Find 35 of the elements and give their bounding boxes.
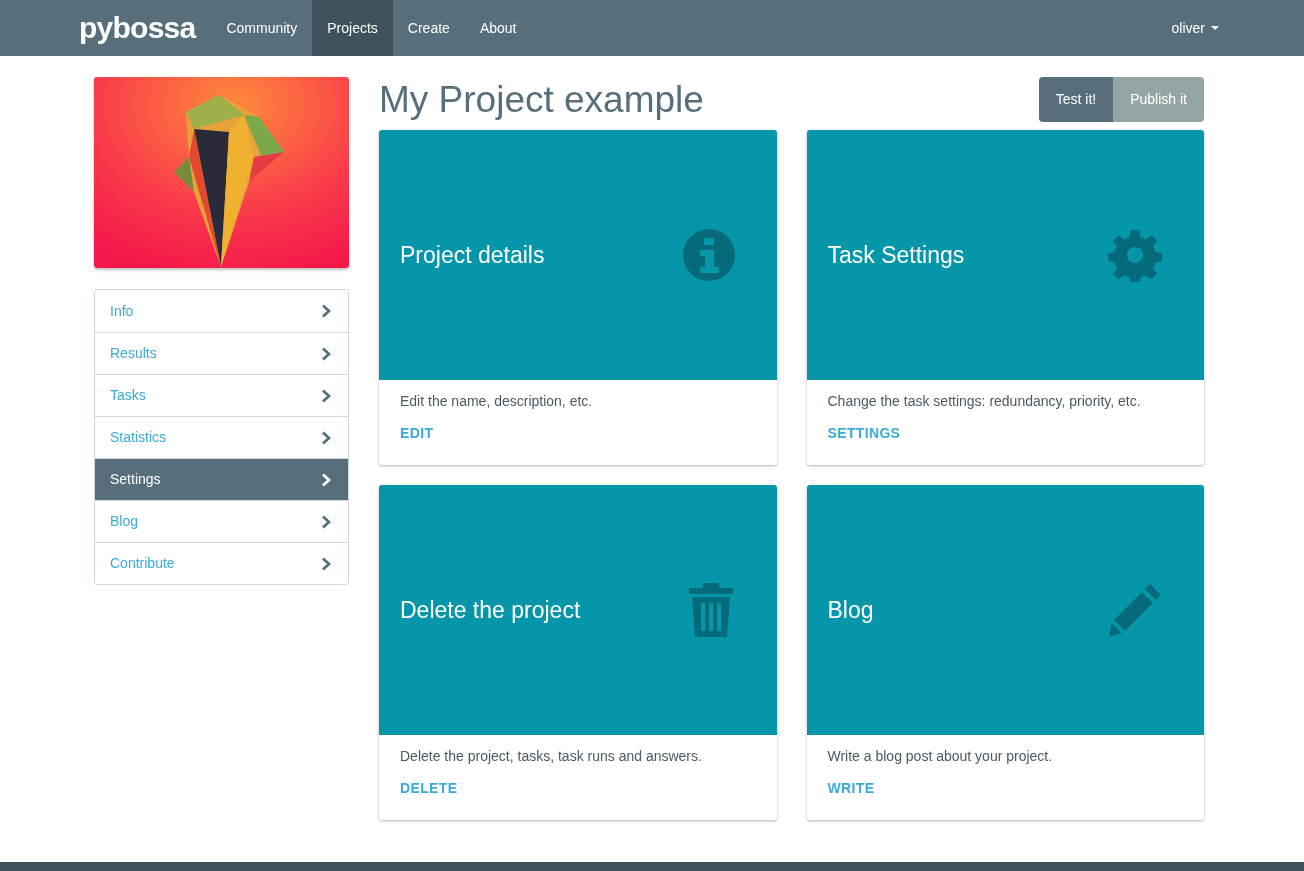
card-title: Blog — [827, 595, 874, 625]
nav-link[interactable]: Community — [211, 0, 313, 56]
caret-icon — [1211, 26, 1219, 30]
user-menu[interactable]: oliver — [1171, 0, 1219, 56]
test-button[interactable]: Test it! — [1038, 77, 1114, 122]
pencil-icon — [1108, 583, 1162, 637]
card-description: Edit the name, description, etc. — [400, 392, 594, 411]
chevron-icon — [321, 514, 331, 529]
card-description: Change the task settings: redundancy, priority, etc. — [827, 392, 1142, 411]
chevron-icon — [321, 472, 331, 487]
publish-button[interactable]: Publish it — [1113, 77, 1204, 122]
card-link[interactable]: EDIT — [400, 423, 434, 444]
card-title: Task Settings — [827, 240, 965, 270]
brand-logo[interactable]: pybossa — [79, 13, 196, 43]
chevron-icon — [321, 430, 331, 445]
card-link[interactable]: WRITE — [827, 778, 875, 799]
card-title: Delete the project — [400, 595, 581, 625]
gear-icon — [1108, 228, 1162, 282]
card-title: Project details — [400, 240, 545, 270]
page-title: My Project example — [379, 81, 704, 118]
card-description: Delete the project, tasks, task runs and answers. — [400, 747, 703, 766]
card-link[interactable]: DELETE — [400, 778, 458, 799]
chevron-icon — [321, 556, 331, 571]
nav-link[interactable]: About — [464, 0, 532, 56]
trash-icon — [686, 583, 735, 637]
nav-link[interactable]: Create — [392, 0, 465, 56]
sidebar-item[interactable]: Contribute — [95, 542, 348, 584]
info-icon — [682, 229, 735, 281]
card-link[interactable]: SETTINGS — [827, 423, 901, 444]
chevron-icon — [321, 346, 331, 361]
chevron-icon — [321, 388, 331, 403]
card-description: Write a blog post about your project. — [827, 747, 1054, 766]
sidebar-item[interactable]: Settings — [95, 458, 348, 500]
nav-link[interactable]: Projects — [312, 0, 393, 56]
chevron-icon — [321, 304, 331, 318]
